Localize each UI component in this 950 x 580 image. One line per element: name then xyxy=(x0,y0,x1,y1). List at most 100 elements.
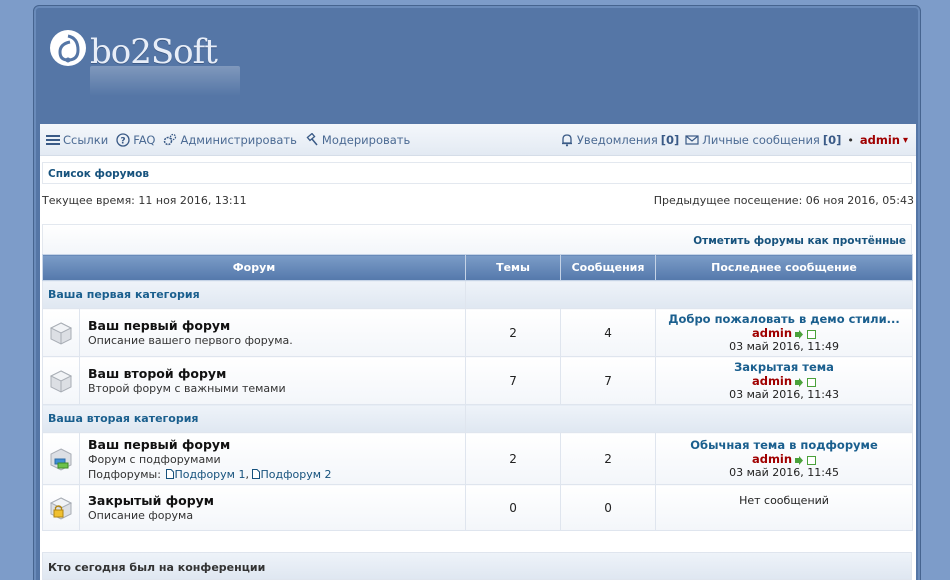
posts-count: 7 xyxy=(560,356,657,405)
header-topics: Темы xyxy=(465,254,562,281)
forum-status-cell xyxy=(42,432,80,485)
forum-subforums-icon xyxy=(50,447,72,471)
forum-title-link[interactable]: Ваш первый форум xyxy=(88,318,465,333)
forum-status-cell xyxy=(42,308,80,357)
private-messages-button[interactable]: Личные сообщения [0] xyxy=(685,133,841,147)
category-row: Ваша первая категория xyxy=(41,280,914,309)
breadcrumb-bar: Список форумов xyxy=(42,162,912,184)
last-post-title-link[interactable]: Добро пожаловать в демо стили... xyxy=(656,312,912,326)
subforum-separator: , xyxy=(245,467,249,481)
last-post-author-link[interactable]: admin xyxy=(752,452,792,466)
site-header: bo2Soft xyxy=(34,6,922,121)
forum-info-cell: Ваш первый форум Описание вашего первого… xyxy=(78,308,467,357)
subforums-label: Подфорумы: xyxy=(88,467,161,481)
moderate-link[interactable]: Модерировать xyxy=(305,133,410,147)
subforums-list: Подфорумы: Подфорум 1, Подфорум 2 xyxy=(88,468,465,481)
breadcrumb-forum-index[interactable]: Список форумов xyxy=(48,168,149,180)
main-content: Ссылки ? FAQ Администрировать Модерирова… xyxy=(40,124,916,580)
category-row: Ваша вторая категория xyxy=(41,404,914,433)
mark-forums-read-link[interactable]: Отметить форумы как прочтённые xyxy=(693,235,906,247)
links-menu-button[interactable]: Ссылки xyxy=(46,133,108,147)
navbar-separator: • xyxy=(847,133,854,147)
forum-row: Ваш второй форум Второй форум с важными … xyxy=(42,356,914,405)
faq-label: FAQ xyxy=(133,133,156,147)
forum-row: Ваш первый форум Описание вашего первого… xyxy=(42,308,914,357)
last-post-title-link[interactable]: Закрытая тема xyxy=(656,360,912,374)
username: admin xyxy=(859,133,900,147)
goto-post-icon[interactable] xyxy=(795,329,804,339)
subforum-link[interactable]: Подфорум 1 xyxy=(174,468,245,481)
admin-panel-link[interactable]: Администрировать xyxy=(163,133,297,147)
forum-locked-icon xyxy=(49,496,73,520)
forum-read-icon xyxy=(49,369,73,393)
subforum-link[interactable]: Подфорум 2 xyxy=(260,468,331,481)
logo-reflection xyxy=(90,66,240,96)
forum-title-link[interactable]: Закрытый форум xyxy=(88,493,465,508)
messages-label: Личные сообщения xyxy=(702,133,820,147)
logo-mark-icon xyxy=(50,30,86,66)
last-post-date: 03 май 2016, 11:45 xyxy=(729,466,839,479)
forum-row: Закрытый форум Описание форума 0 0 Нет с… xyxy=(42,484,914,531)
goto-post-icon[interactable] xyxy=(795,377,804,387)
last-post-cell: Закрытая тема admin 03 май 2016, 11:43 xyxy=(655,356,914,405)
last-post-date: 03 май 2016, 11:49 xyxy=(729,340,839,353)
posts-count: 2 xyxy=(560,432,657,485)
goto-post-icon[interactable] xyxy=(795,455,804,465)
notifications-label: Уведомления xyxy=(576,133,658,147)
notifications-count: [0] xyxy=(660,133,680,147)
faq-link[interactable]: ? FAQ xyxy=(116,133,155,147)
new-post-icon xyxy=(807,455,817,465)
forum-info-cell: Ваш первый форум Форум с подфорумами Под… xyxy=(78,432,467,485)
header-posts: Сообщения xyxy=(560,254,657,281)
forum-title-link[interactable]: Ваш второй форум xyxy=(88,366,465,381)
table-header-row: Форум Темы Сообщения Последнее сообщение xyxy=(41,254,914,281)
messages-count: [0] xyxy=(822,133,842,147)
posts-count: 4 xyxy=(560,308,657,357)
bell-icon xyxy=(560,133,574,147)
who-is-online-title: Кто сегодня был на конференции xyxy=(48,561,266,574)
category-spacer xyxy=(465,404,914,433)
category-link[interactable]: Ваша вторая категория xyxy=(41,404,467,433)
new-post-icon xyxy=(807,329,817,339)
forum-description: Форум с подфорумами xyxy=(88,452,221,466)
no-posts-text: Нет сообщений xyxy=(739,494,829,507)
last-post-cell: Добро пожаловать в демо стили... admin 0… xyxy=(655,308,914,357)
forum-description: Описание вашего первого форума. xyxy=(88,334,293,347)
time-bar: Текущее время: 11 ноя 2016, 13:11 Предыд… xyxy=(42,194,914,210)
forum-info-cell: Закрытый форум Описание форума xyxy=(78,484,467,531)
last-visit-time: Предыдущее посещение: 06 ноя 2016, 05:43 xyxy=(653,194,914,207)
admin-label: Администрировать xyxy=(180,133,297,147)
category-link[interactable]: Ваша первая категория xyxy=(41,280,467,309)
last-post-cell: Нет сообщений xyxy=(655,484,914,531)
forum-info-cell: Ваш второй форум Второй форум с важными … xyxy=(78,356,467,405)
last-post-date: 03 май 2016, 11:43 xyxy=(729,388,839,401)
page-wrapper: bo2Soft Ссылки ? FAQ Администрировать Мо… xyxy=(33,5,921,580)
last-post-author-link[interactable]: admin xyxy=(752,326,792,340)
last-post-author-link[interactable]: admin xyxy=(752,374,792,388)
who-is-online-bar: Кто сегодня был на конференции xyxy=(42,552,912,580)
gears-icon xyxy=(163,133,177,147)
category-spacer xyxy=(465,280,914,309)
forum-title-link[interactable]: Ваш первый форум xyxy=(88,437,465,452)
header-forum: Форум xyxy=(41,254,467,281)
current-time: Текущее время: 11 ноя 2016, 13:11 xyxy=(42,194,247,207)
user-menu[interactable]: admin ▾ xyxy=(860,133,908,147)
forum-status-cell xyxy=(42,484,80,531)
navbar-left: Ссылки ? FAQ Администрировать Модерирова… xyxy=(46,133,410,147)
site-logo[interactable]: bo2Soft xyxy=(46,26,246,96)
navbar-right: Уведомления [0] Личные сообщения [0] • a… xyxy=(560,133,908,147)
notifications-button[interactable]: Уведомления [0] xyxy=(560,133,679,147)
header-last-post: Последнее сообщение xyxy=(655,254,914,281)
last-post-title-link[interactable]: Обычная тема в подфоруме xyxy=(656,438,912,452)
topics-count: 2 xyxy=(465,432,562,485)
forum-table: Форум Темы Сообщения Последнее сообщение… xyxy=(41,254,914,531)
mark-read-bar: Отметить форумы как прочтённые xyxy=(42,224,912,254)
posts-count: 0 xyxy=(560,484,657,531)
envelope-icon xyxy=(685,133,699,147)
links-label: Ссылки xyxy=(63,133,109,147)
chevron-down-icon: ▾ xyxy=(902,134,908,146)
forum-status-cell xyxy=(42,356,80,405)
new-post-icon xyxy=(807,377,817,387)
hamburger-icon xyxy=(46,133,60,147)
forum-read-icon xyxy=(49,321,73,345)
